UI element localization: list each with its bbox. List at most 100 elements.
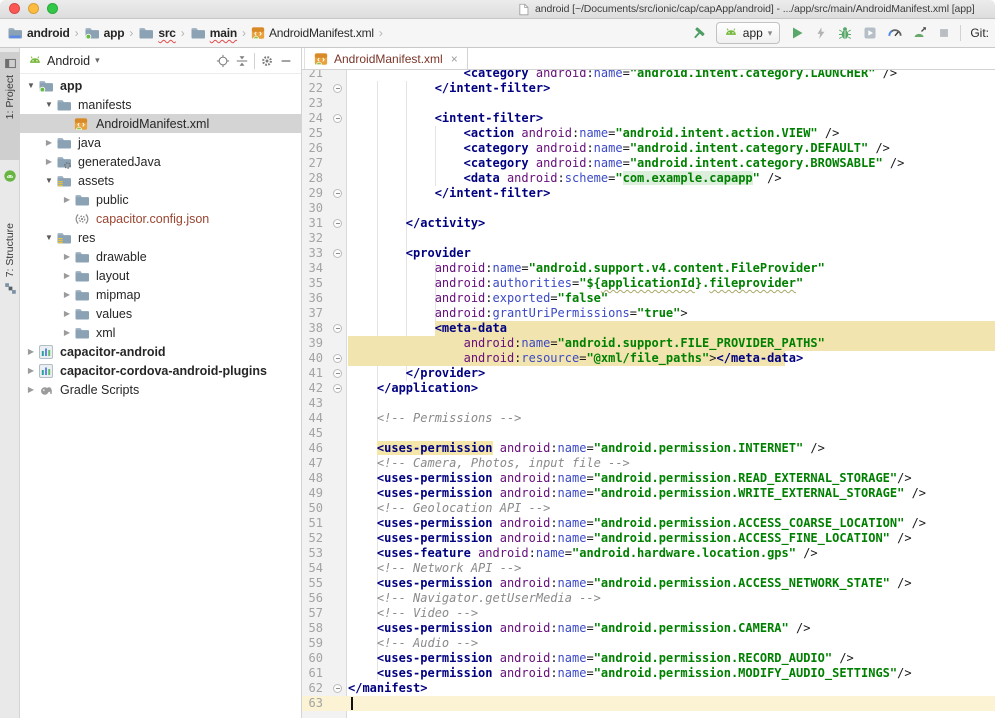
code-line[interactable]: <!-- Navigator.getUserMedia --> — [348, 591, 995, 606]
tree-item[interactable]: ▼assets — [20, 171, 301, 190]
apply-changes-icon[interactable] — [814, 26, 828, 40]
code-line[interactable]: <!-- Video --> — [348, 606, 995, 621]
code-line[interactable]: <meta-data — [348, 321, 995, 336]
code-line[interactable]: </intent-filter> — [348, 186, 995, 201]
code-line[interactable]: <uses-permission android:name="android.p… — [348, 666, 995, 681]
fold-marker-icon[interactable] — [333, 684, 342, 693]
code-line[interactable]: <action android:name="android.intent.act… — [348, 126, 995, 141]
code-line[interactable]: <uses-permission android:name="android.p… — [348, 651, 995, 666]
build-hammer-icon[interactable] — [691, 25, 707, 41]
tree-expand-arrow-icon[interactable]: ▶ — [60, 271, 74, 280]
fold-marker-icon[interactable] — [333, 354, 342, 363]
tree-item[interactable]: ▼manifests — [20, 95, 301, 114]
breadcrumb-item[interactable]: AndroidManifest.xml — [251, 26, 374, 40]
code-area[interactable]: <category android:name="android.intent.c… — [348, 70, 995, 718]
code-line[interactable]: <intent-filter> — [348, 111, 995, 126]
breadcrumb-item[interactable]: main — [190, 25, 237, 41]
tree-item[interactable]: capacitor.config.json — [20, 209, 301, 228]
tree-item[interactable]: ▶values — [20, 304, 301, 323]
code-line[interactable] — [348, 426, 995, 441]
tree-item[interactable]: AndroidManifest.xml — [20, 114, 301, 133]
tree-expand-arrow-icon[interactable]: ▶ — [60, 309, 74, 318]
code-line[interactable]: <provider — [348, 246, 995, 261]
tree-item[interactable]: ▼res — [20, 228, 301, 247]
zoom-window-button[interactable] — [47, 3, 58, 14]
code-line[interactable]: <uses-permission android:name="android.p… — [348, 441, 995, 456]
code-line[interactable] — [348, 696, 995, 711]
code-line[interactable]: <uses-permission android:name="android.p… — [348, 486, 995, 501]
code-line[interactable]: </activity> — [348, 216, 995, 231]
fold-marker-icon[interactable] — [333, 189, 342, 198]
tree-item[interactable]: ▶mipmap — [20, 285, 301, 304]
breadcrumb-item[interactable]: android — [7, 25, 70, 41]
locate-file-icon[interactable] — [216, 54, 230, 68]
project-view-selector[interactable]: Android — [47, 54, 90, 68]
tree-expand-arrow-icon[interactable]: ▼ — [24, 81, 38, 90]
code-line[interactable] — [348, 201, 995, 216]
code-line[interactable]: <uses-permission android:name="android.p… — [348, 621, 995, 636]
fold-marker-icon[interactable] — [333, 114, 342, 123]
tree-expand-arrow-icon[interactable]: ▶ — [24, 366, 38, 375]
fold-marker-icon[interactable] — [333, 369, 342, 378]
code-line[interactable]: <uses-permission android:name="android.p… — [348, 516, 995, 531]
code-line[interactable]: android:name="android.support.v4.content… — [348, 261, 995, 276]
tree-item[interactable]: ▶capacitor-android — [20, 342, 301, 361]
code-line[interactable]: <uses-permission android:name="android.p… — [348, 531, 995, 546]
code-line[interactable]: android:exported="false" — [348, 291, 995, 306]
code-line[interactable]: <!-- Camera, Photos, input file --> — [348, 456, 995, 471]
tree-expand-arrow-icon[interactable]: ▶ — [60, 252, 74, 261]
tree-item[interactable]: ▶xml — [20, 323, 301, 342]
fold-marker-icon[interactable] — [333, 384, 342, 393]
minimize-window-button[interactable] — [28, 3, 39, 14]
code-line[interactable]: android:name="android.support.FILE_PROVI… — [348, 336, 995, 351]
tree-item[interactable]: ▶layout — [20, 266, 301, 285]
tree-expand-arrow-icon[interactable]: ▶ — [60, 328, 74, 337]
gear-icon[interactable] — [260, 54, 274, 68]
collapse-all-icon[interactable] — [235, 54, 249, 68]
code-line[interactable]: android:resource="@xml/file_paths"></met… — [348, 351, 995, 366]
code-line[interactable]: </intent-filter> — [348, 81, 995, 96]
tree-expand-arrow-icon[interactable]: ▶ — [24, 347, 38, 356]
tool-tab-structure[interactable]: 7: Structure — [0, 218, 20, 346]
tree-expand-arrow-icon[interactable]: ▼ — [42, 233, 56, 242]
breadcrumb-item[interactable]: src — [138, 25, 175, 41]
code-line[interactable]: <!-- Network API --> — [348, 561, 995, 576]
code-line[interactable]: <!-- Permissions --> — [348, 411, 995, 426]
fold-marker-icon[interactable] — [333, 219, 342, 228]
code-line[interactable]: <category android:name="android.intent.c… — [348, 156, 995, 171]
profiler-icon[interactable] — [887, 25, 903, 41]
tree-item[interactable]: ▼app — [20, 76, 301, 95]
tree-expand-arrow-icon[interactable]: ▼ — [42, 176, 56, 185]
tree-expand-arrow-icon[interactable]: ▶ — [42, 138, 56, 147]
editor-body[interactable]: 2122232425262728293031323334353637383940… — [302, 70, 995, 718]
code-line[interactable]: </application> — [348, 381, 995, 396]
close-window-button[interactable] — [9, 3, 20, 14]
tree-item[interactable]: ▶public — [20, 190, 301, 209]
tree-item[interactable]: ▶generatedJava — [20, 152, 301, 171]
tool-tab-project[interactable]: 1: Project — [0, 52, 20, 160]
code-line[interactable]: <category android:name="android.intent.c… — [348, 70, 995, 81]
code-line[interactable] — [348, 231, 995, 246]
fold-marker-icon[interactable] — [333, 324, 342, 333]
breadcrumb-item[interactable]: app — [84, 25, 125, 41]
tab-androidmanifest[interactable]: AndroidManifest.xml × — [304, 48, 468, 69]
tree-item[interactable]: ▶drawable — [20, 247, 301, 266]
tool-tab-captures[interactable] — [0, 164, 20, 186]
code-line[interactable]: <data android:scheme="com.example.capapp… — [348, 171, 995, 186]
tree-item[interactable]: ▶capacitor-cordova-android-plugins — [20, 361, 301, 380]
git-label[interactable]: Git: — [970, 26, 989, 40]
tree-expand-arrow-icon[interactable]: ▶ — [24, 385, 38, 394]
fold-marker-icon[interactable] — [333, 249, 342, 258]
tree-item[interactable]: ▶Gradle Scripts — [20, 380, 301, 399]
code-line[interactable]: <category android:name="android.intent.c… — [348, 141, 995, 156]
code-line[interactable]: </manifest> — [348, 681, 995, 696]
fold-marker-icon[interactable] — [333, 84, 342, 93]
code-line[interactable]: <uses-permission android:name="android.p… — [348, 471, 995, 486]
close-tab-icon[interactable]: × — [451, 53, 458, 65]
chevron-down-icon[interactable]: ▾ — [95, 55, 100, 66]
coverage-icon[interactable] — [862, 25, 878, 41]
debug-button[interactable] — [837, 25, 853, 41]
code-line[interactable]: </provider> — [348, 366, 995, 381]
code-line[interactable]: <uses-feature android:name="android.hard… — [348, 546, 995, 561]
tree-expand-arrow-icon[interactable]: ▶ — [60, 290, 74, 299]
